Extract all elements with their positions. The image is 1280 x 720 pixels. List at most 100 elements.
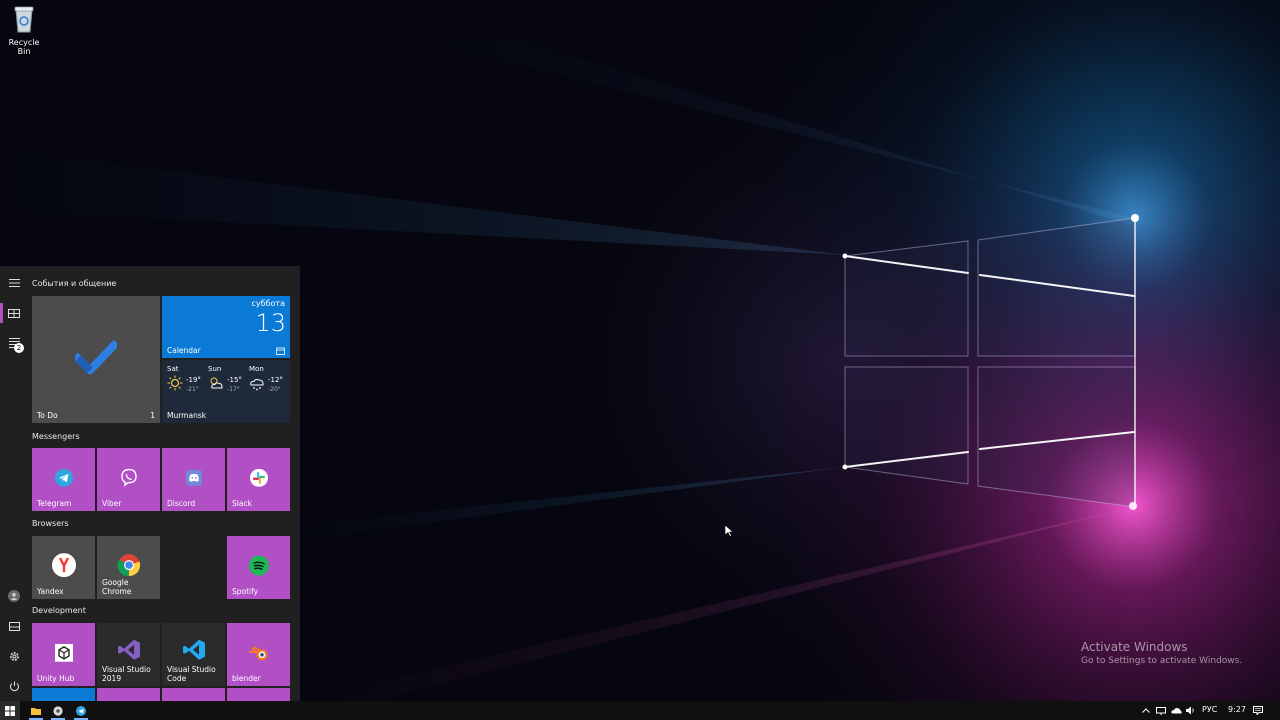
- weather-high: -19°: [186, 376, 201, 384]
- tile-google-chrome[interactable]: Google Chrome: [97, 536, 160, 599]
- taskbar-chrome[interactable]: [48, 701, 68, 720]
- desktop-icon-label: Recycle Bin: [8, 38, 40, 56]
- blender-icon: [248, 645, 267, 660]
- tile-discord[interactable]: Discord: [162, 448, 225, 511]
- weather-location: Murmansk: [167, 411, 207, 420]
- tile-partial[interactable]: [162, 688, 225, 701]
- onedrive-icon: [1170, 708, 1182, 714]
- weather-low: -17°: [227, 386, 240, 393]
- tile-partial[interactable]: [32, 688, 95, 701]
- onedrive-button[interactable]: [1170, 701, 1182, 720]
- discord-icon: [185, 469, 202, 486]
- file-explorer-icon: [31, 707, 41, 715]
- watermark-subtitle: Go to Settings to activate Windows.: [1081, 656, 1243, 666]
- settings-button[interactable]: [0, 642, 28, 670]
- gear-icon: [9, 651, 19, 661]
- chrome-icon: [53, 705, 63, 716]
- tile-label: Telegram: [37, 499, 72, 508]
- yandex-icon: [51, 552, 76, 577]
- expand-menu-button[interactable]: [0, 269, 28, 297]
- tile-partial[interactable]: [227, 688, 290, 701]
- activate-windows-watermark: Activate Windows Go to Settings to activ…: [1081, 640, 1242, 666]
- desktop-icon-recycle-bin[interactable]: Recycle Bin: [2, 4, 46, 56]
- watermark-title: Activate Windows: [1081, 640, 1188, 654]
- calendar-icon: [276, 347, 285, 355]
- partly-cloudy-icon: [210, 377, 223, 389]
- tile-weather[interactable]: Sat Sun Mon -19° -21° -15° -17° -12° -20…: [162, 360, 290, 423]
- start-rail: 2: [0, 266, 28, 701]
- network-icon: [1156, 706, 1166, 715]
- group-label-browsers[interactable]: Browsers: [32, 519, 69, 528]
- tile-label: Viber: [102, 499, 122, 508]
- input-language-indicator[interactable]: РУС: [1202, 705, 1217, 714]
- weather-low: -20°: [268, 386, 281, 393]
- account-button[interactable]: [0, 582, 28, 610]
- all-apps-badge: 2: [14, 343, 24, 353]
- weather-day: Sat: [167, 365, 179, 373]
- weather-day: Mon: [249, 365, 264, 373]
- action-center-button[interactable]: [1251, 701, 1265, 720]
- weather-high: -15°: [227, 376, 242, 384]
- tile-telegram[interactable]: Telegram: [32, 448, 95, 511]
- tile-label: Discord: [167, 499, 196, 508]
- tile-label: Calendar: [167, 346, 201, 355]
- unity-hub-icon: [54, 643, 73, 662]
- start-menu: 2 События и общение Messengers Browsers …: [0, 266, 300, 701]
- tile-visual-studio-code[interactable]: Visual Studio Code: [162, 623, 225, 686]
- action-center-icon: [1253, 706, 1263, 715]
- chrome-icon: [117, 553, 140, 576]
- start-button[interactable]: [0, 701, 20, 720]
- spotify-icon: [248, 555, 269, 576]
- volume-icon: [1186, 706, 1194, 715]
- group-label-messengers[interactable]: Messengers: [32, 432, 80, 441]
- telegram-icon: [76, 705, 86, 716]
- tile-todo[interactable]: To Do 1: [32, 296, 160, 423]
- pinned-tiles-button[interactable]: [0, 299, 28, 327]
- tile-label: Unity Hub: [37, 674, 75, 683]
- power-button[interactable]: [0, 672, 28, 700]
- tile-label: Google Chrome: [102, 578, 132, 596]
- tile-yandex[interactable]: Yandex: [32, 536, 95, 599]
- recycle-bin-icon: [14, 6, 34, 33]
- tile-spotify[interactable]: Spotify: [227, 536, 290, 599]
- tile-label: Visual Studio 2019: [102, 665, 151, 683]
- show-hidden-icons-button[interactable]: [1140, 701, 1152, 720]
- all-apps-button[interactable]: 2: [0, 329, 28, 357]
- documents-icon: [8, 621, 20, 631]
- group-label-development[interactable]: Development: [32, 606, 86, 615]
- slack-icon: [249, 468, 268, 487]
- taskbar: РУС 9:27: [0, 701, 1280, 720]
- todo-check-icon: [75, 339, 117, 374]
- telegram-icon: [54, 468, 73, 487]
- snow-cloud-icon: [250, 379, 264, 391]
- tile-blender[interactable]: blender: [227, 623, 290, 686]
- network-button[interactable]: [1155, 701, 1167, 720]
- hamburger-icon: [8, 279, 20, 287]
- volume-button[interactable]: [1185, 701, 1197, 720]
- group-label-events[interactable]: События и общение: [32, 279, 116, 288]
- tile-calendar[interactable]: суббота 13 Calendar: [162, 296, 290, 358]
- tile-label: Slack: [232, 499, 252, 508]
- tile-partial[interactable]: [97, 688, 160, 701]
- taskbar-file-explorer[interactable]: [26, 701, 46, 720]
- power-icon: [9, 681, 19, 691]
- weather-day: Sun: [208, 365, 222, 373]
- tile-slack[interactable]: Slack: [227, 448, 290, 511]
- documents-button[interactable]: [0, 612, 28, 640]
- sunny-icon: [167, 375, 183, 391]
- tile-unity-hub[interactable]: Unity Hub: [32, 623, 95, 686]
- taskbar-telegram[interactable]: [71, 701, 91, 720]
- todo-count-badge: 1: [150, 411, 155, 420]
- weather-high: -12°: [268, 376, 283, 384]
- chevron-up-icon: [1142, 708, 1150, 713]
- calendar-date: 13: [255, 309, 286, 337]
- tile-label: Spotify: [232, 587, 259, 596]
- tile-visual-studio-2019[interactable]: Visual Studio 2019: [97, 623, 160, 686]
- tile-viber[interactable]: Viber: [97, 448, 160, 511]
- tile-label: Yandex: [37, 587, 64, 596]
- windows-start-icon: [5, 705, 15, 716]
- taskbar-clock[interactable]: 9:27: [1228, 705, 1246, 714]
- viber-icon: [120, 468, 137, 487]
- weather-low: -21°: [186, 386, 199, 393]
- tile-label: Visual Studio Code: [167, 665, 216, 683]
